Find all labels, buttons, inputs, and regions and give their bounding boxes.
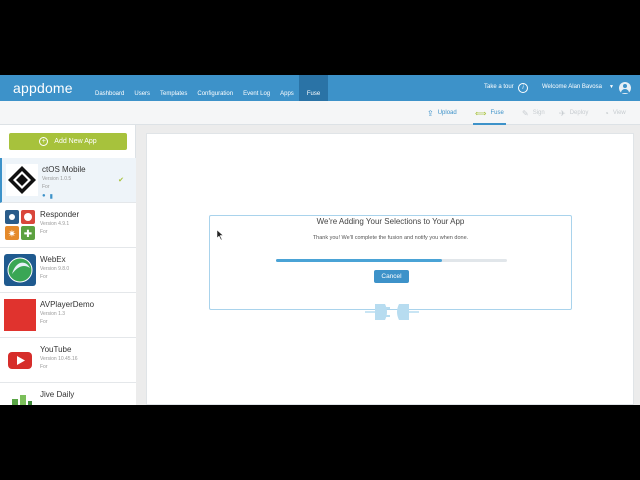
- list-item[interactable]: ✷ ✚ Responder Version 4.9.1 For: [0, 203, 136, 248]
- app-platform: For: [40, 319, 48, 325]
- dialog-title: We're Adding Your Selections to Your App: [310, 217, 471, 226]
- avplayer-app-icon: [4, 299, 36, 331]
- fuse-tab[interactable]: ⟺ Fuse: [473, 107, 506, 125]
- ctos-app-icon: [6, 164, 38, 196]
- top-navigation-bar: appdome Dashboard Users Templates Config…: [0, 75, 640, 101]
- add-new-app-button[interactable]: + Add New App: [9, 133, 127, 150]
- nav-dashboard[interactable]: Dashboard: [90, 75, 129, 101]
- checkmark-icon: ✔: [118, 177, 124, 184]
- sign-icon: ✎: [522, 108, 529, 118]
- app-window: appdome Dashboard Users Templates Config…: [0, 75, 640, 405]
- youtube-app-icon: [4, 344, 36, 376]
- responder-app-icon: ✷ ✚: [5, 210, 35, 240]
- fuse-label: Fuse: [490, 110, 504, 116]
- list-item[interactable]: YouTube Version 10.45.16 For: [0, 338, 136, 383]
- progress-bar: [276, 259, 507, 262]
- chevron-down-icon[interactable]: ▼: [609, 84, 614, 90]
- main-panel: We're Adding Your Selections to Your App…: [146, 133, 634, 405]
- dialog-message: Thank you! We'll complete the fusion and…: [312, 235, 469, 241]
- app-version: Version 10.45.16: [40, 356, 78, 362]
- plug-icon: [365, 304, 419, 320]
- mouse-cursor-icon: [217, 230, 224, 240]
- app-name: AVPlayerDemo: [40, 300, 95, 309]
- nav-apps[interactable]: Apps: [275, 75, 299, 101]
- app-platform: For: [40, 274, 48, 280]
- app-platform: For: [40, 364, 48, 370]
- app-sidebar: + Add New App ctOS Mobile Version 1.0.5 …: [0, 125, 136, 405]
- fuse-icon: ⟺: [475, 108, 487, 118]
- deploy-icon: ✈: [559, 108, 566, 118]
- app-list: ctOS Mobile Version 1.0.5 For ✔ ● ▮ ✷ ✚ …: [0, 158, 136, 405]
- nav-configuration[interactable]: Configuration: [192, 75, 238, 101]
- webex-app-icon: [4, 254, 36, 286]
- bell-icon[interactable]: ●: [42, 193, 46, 200]
- appdome-logo[interactable]: appdome: [13, 80, 73, 96]
- add-new-app-label: Add New App: [54, 138, 97, 145]
- app-name: WebEx: [40, 255, 66, 264]
- row-actions: ● ▮: [42, 193, 53, 200]
- avatar[interactable]: [619, 82, 631, 94]
- app-name: Jive Daily: [40, 390, 75, 399]
- list-item[interactable]: AVPlayerDemo Version 1.3 For: [0, 293, 136, 338]
- upload-label: Upload: [437, 110, 457, 116]
- nav-templates[interactable]: Templates: [155, 75, 192, 101]
- list-item[interactable]: WebEx Version 9.8.0 For: [0, 248, 136, 293]
- info-icon[interactable]: i: [518, 83, 528, 93]
- take-tour-link[interactable]: Take a tour: [484, 84, 514, 90]
- nav-users[interactable]: Users: [129, 75, 155, 101]
- app-version: Version 1.0.5: [42, 176, 72, 182]
- main-nav: Dashboard Users Templates Configuration …: [90, 75, 329, 101]
- upload-icon: ⇪: [427, 108, 434, 118]
- plus-icon: +: [39, 137, 49, 146]
- list-item[interactable]: Jive Daily: [0, 383, 136, 405]
- list-item[interactable]: ctOS Mobile Version 1.0.5 For ✔ ● ▮: [0, 158, 136, 203]
- app-platform: For: [42, 184, 50, 190]
- app-name: ctOS Mobile: [42, 165, 86, 174]
- app-version: Version 9.8.0: [40, 266, 70, 272]
- workflow-toolbar: ⇪ Upload ⟺ Fuse ✎ Sign ✈ Deploy ◔ View: [0, 101, 640, 125]
- app-version: Version 4.9.1: [40, 221, 70, 227]
- app-platform: For: [40, 229, 48, 235]
- deploy-button[interactable]: ✈ Deploy: [559, 107, 588, 119]
- progress-bar-fill: [276, 259, 443, 262]
- svg-text:✷: ✷: [8, 229, 16, 240]
- trash-icon[interactable]: ▮: [50, 193, 53, 200]
- fusion-progress-dialog: We're Adding Your Selections to Your App…: [209, 215, 572, 320]
- app-version: Version 1.3: [40, 311, 66, 317]
- view-icon: ◔: [604, 108, 609, 118]
- jive-app-icon: [12, 395, 32, 405]
- nav-event-log[interactable]: Event Log: [238, 75, 275, 101]
- upload-button[interactable]: ⇪ Upload: [427, 107, 457, 119]
- app-name: YouTube: [40, 345, 72, 354]
- nav-fuse[interactable]: Fuse: [298, 75, 329, 101]
- sign-label: Sign: [532, 110, 545, 116]
- svg-text:✚: ✚: [24, 229, 32, 240]
- view-button[interactable]: ◔ View: [604, 107, 626, 119]
- deploy-label: Deploy: [569, 110, 589, 116]
- cancel-button[interactable]: Cancel: [374, 270, 409, 283]
- sign-button[interactable]: ✎ Sign: [522, 107, 545, 119]
- app-name: Responder: [40, 210, 80, 219]
- user-menu[interactable]: Welcome Alan Bavosa: [542, 84, 602, 90]
- view-label: View: [612, 110, 626, 116]
